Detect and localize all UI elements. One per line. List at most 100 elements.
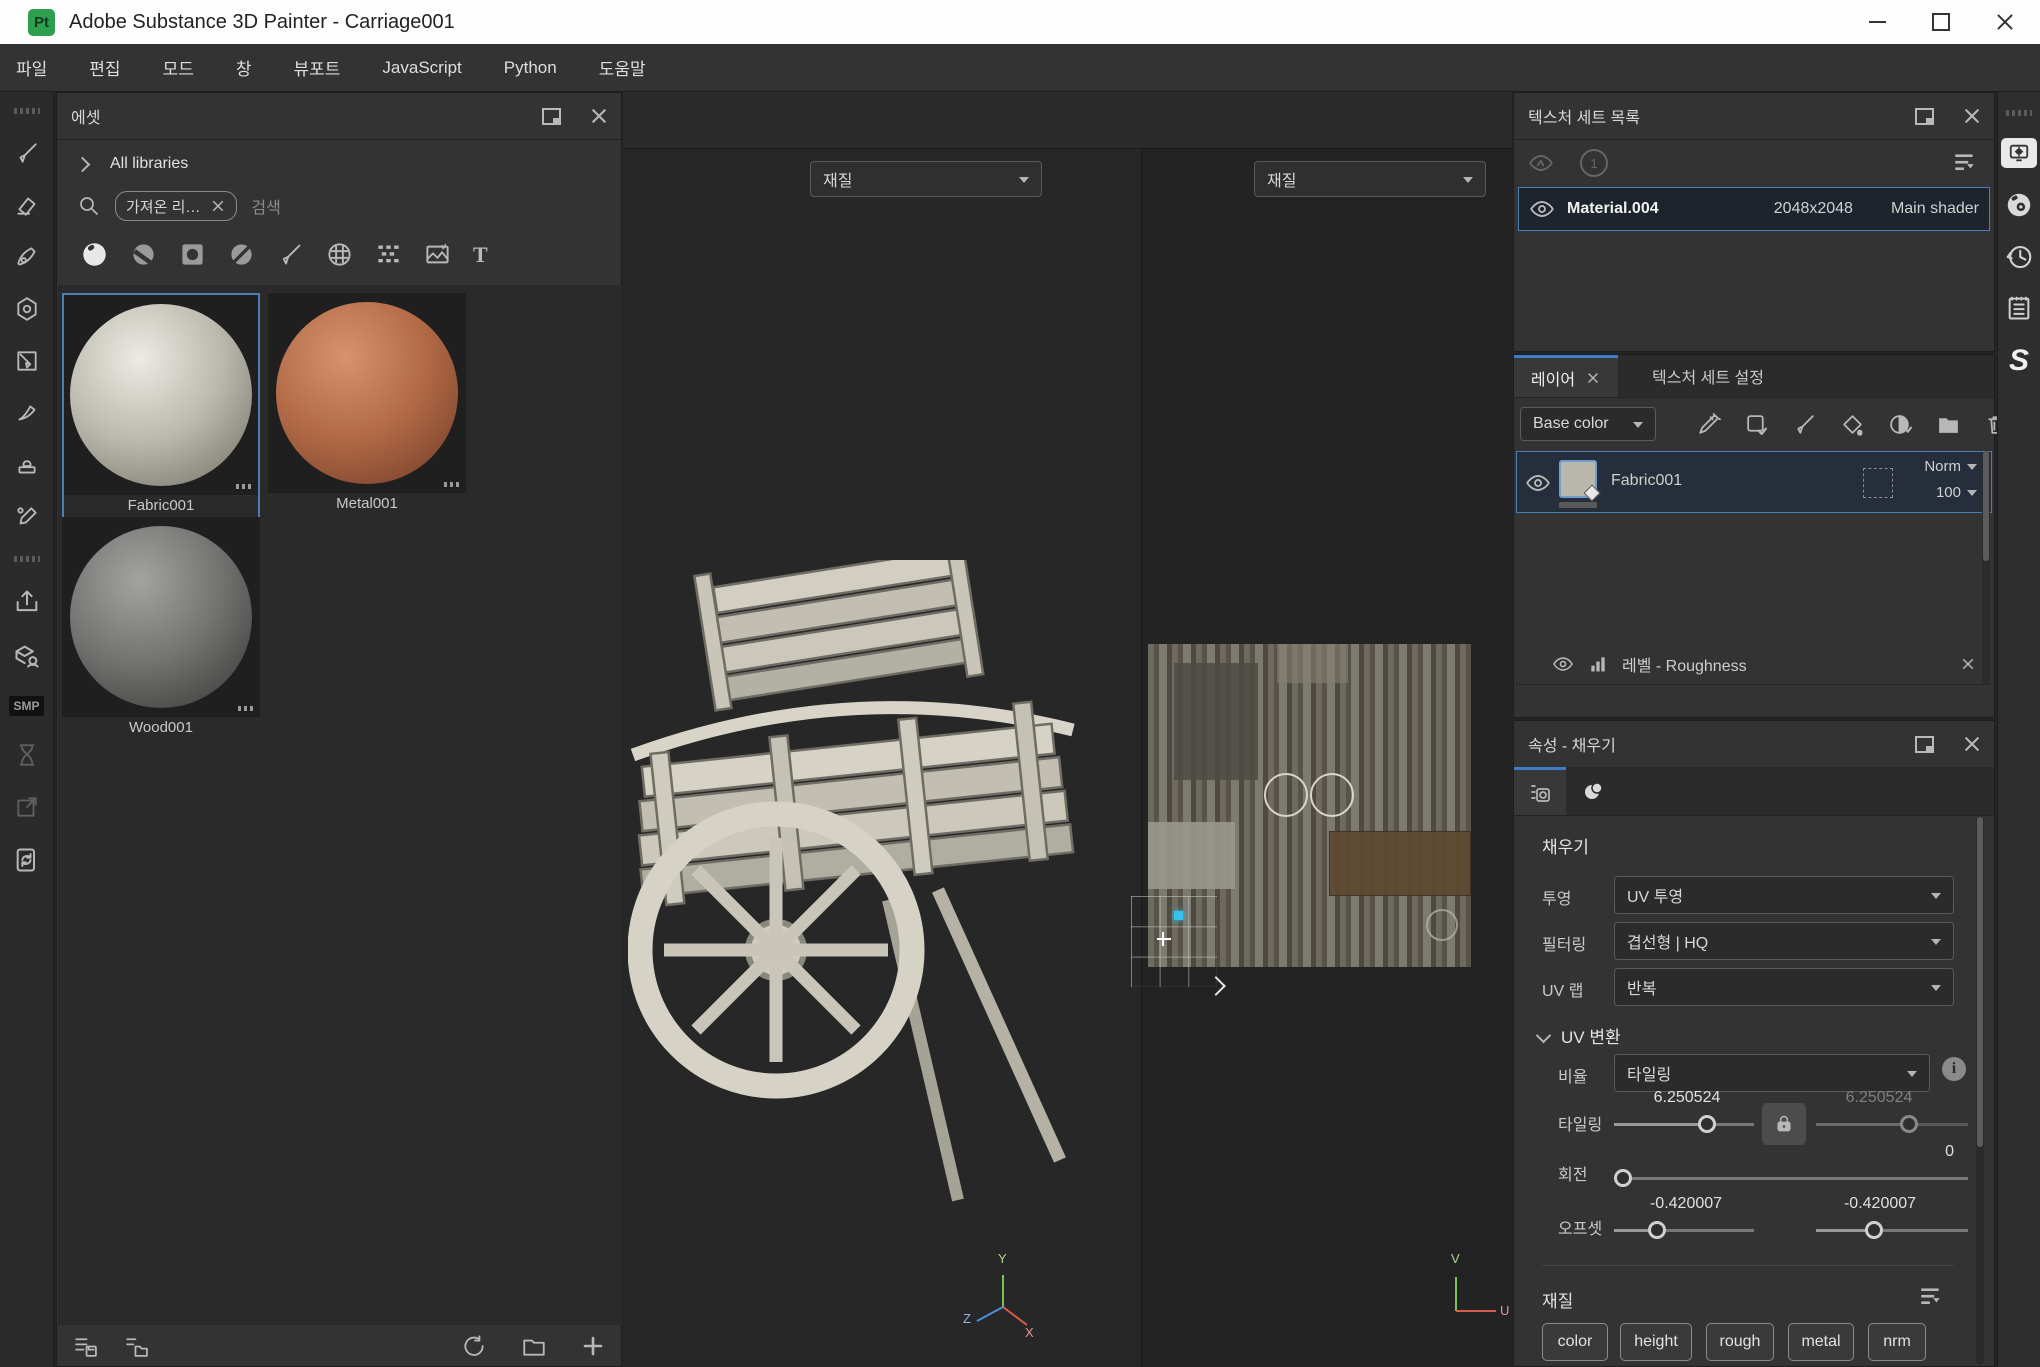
- shader-settings-icon[interactable]: [2004, 190, 2034, 220]
- tiling-lock-button[interactable]: [1762, 1103, 1806, 1145]
- filtering-select[interactable]: 겹선형 | HQ: [1614, 922, 1954, 960]
- close-icon[interactable]: [1964, 108, 1980, 124]
- new-folder-icon[interactable]: [521, 1333, 547, 1359]
- substance-logo-icon[interactable]: S: [2009, 344, 2029, 378]
- filter-brushes-icon[interactable]: [277, 241, 304, 268]
- add-fill-layer-icon[interactable]: [1840, 412, 1865, 437]
- menu-viewport[interactable]: 뷰포트: [293, 55, 340, 80]
- add-asset-icon[interactable]: [581, 1334, 605, 1358]
- menu-file[interactable]: 파일: [16, 55, 47, 80]
- material-selector-3d[interactable]: 재질: [810, 161, 1042, 197]
- mask-placeholder[interactable]: [1863, 468, 1893, 498]
- send-to-assets-icon[interactable]: [13, 642, 41, 670]
- tiling-x-slider[interactable]: [1614, 1123, 1754, 1126]
- close-tab-icon[interactable]: [1587, 372, 1598, 383]
- channel-button-rough[interactable]: rough: [1706, 1323, 1774, 1361]
- blend-mode-select[interactable]: Norm: [1924, 458, 1977, 475]
- refresh-assets-icon[interactable]: [461, 1333, 487, 1359]
- add-effect-icon[interactable]: [1888, 412, 1913, 437]
- asset-tile-fabric001[interactable]: Fabric001: [62, 293, 260, 521]
- layers-scrollbar[interactable]: [1982, 451, 1990, 685]
- menu-mode[interactable]: 모드: [163, 55, 194, 80]
- search-filter-tag[interactable]: 가져온 리…: [115, 191, 237, 221]
- tiling-y-slider[interactable]: [1816, 1123, 1968, 1126]
- add-smart-material-icon[interactable]: [1696, 412, 1721, 437]
- filter-smart-masks-icon[interactable]: [179, 241, 206, 268]
- list-options-icon[interactable]: [1952, 149, 1978, 175]
- uv-wrap-select[interactable]: 반복: [1614, 968, 1954, 1006]
- filter-fonts-icon[interactable]: T: [473, 242, 488, 268]
- smp-badge[interactable]: SMP: [9, 696, 43, 716]
- popout-icon[interactable]: [542, 108, 561, 125]
- material-picker-tool-icon[interactable]: [14, 504, 40, 530]
- rotation-value[interactable]: 0: [1894, 1143, 1954, 1161]
- history-icon[interactable]: [2004, 242, 2034, 272]
- close-button[interactable]: [1996, 13, 2014, 31]
- layer-thumbnail[interactable]: [1559, 460, 1597, 498]
- search-placeholder[interactable]: 검색: [251, 194, 280, 218]
- offset-y-slider[interactable]: [1816, 1229, 1968, 1232]
- info-icon[interactable]: i: [1942, 1057, 1966, 1081]
- remove-effect-icon[interactable]: [1962, 658, 1974, 670]
- offset-x-slider[interactable]: [1614, 1229, 1754, 1232]
- visibility-filter-icon[interactable]: [1528, 150, 1554, 176]
- smudge-tool-icon[interactable]: [14, 400, 40, 426]
- effect-row-levels-roughness[interactable]: 레벨 - Roughness: [1516, 643, 1992, 685]
- save-asset-list-icon[interactable]: [73, 1334, 98, 1359]
- menu-javascript[interactable]: JavaScript: [382, 58, 461, 78]
- layer-row-fabric001[interactable]: Fabric001 Norm 100: [1516, 451, 1992, 513]
- selection-tool-icon[interactable]: [14, 348, 40, 374]
- paint-brush-tool-icon[interactable]: [14, 140, 40, 166]
- popout-icon[interactable]: [1915, 108, 1934, 125]
- asset-folder-list-icon[interactable]: [124, 1334, 149, 1359]
- collapse-chevron-icon[interactable]: [1536, 1028, 1552, 1044]
- uv-transform-header[interactable]: UV 변환: [1538, 1023, 1621, 1048]
- channel-button-color[interactable]: color: [1542, 1323, 1608, 1361]
- filter-materials-icon[interactable]: [81, 241, 108, 268]
- display-settings-button[interactable]: [2001, 138, 2037, 168]
- channel-button-metal[interactable]: metal: [1788, 1323, 1854, 1361]
- rotation-slider[interactable]: [1614, 1177, 1968, 1180]
- asset-tile-wood001[interactable]: Wood001: [62, 517, 260, 745]
- tiling-y-value[interactable]: 6.250524: [1824, 1089, 1934, 1107]
- asset-tile-metal001[interactable]: Metal001: [268, 293, 466, 521]
- add-mask-icon[interactable]: [1744, 412, 1769, 437]
- projection-tool-icon[interactable]: [14, 244, 40, 270]
- channel-button-nrm[interactable]: nrm: [1868, 1323, 1926, 1361]
- close-icon[interactable]: [1964, 736, 1980, 752]
- eraser-tool-icon[interactable]: [14, 192, 40, 218]
- popout-icon[interactable]: [1915, 736, 1934, 753]
- polygon-fill-tool-icon[interactable]: [14, 296, 40, 322]
- material-selector-2d[interactable]: 재질: [1254, 161, 1486, 197]
- tab-texture-set-settings[interactable]: 텍스처 세트 설정: [1620, 355, 1796, 397]
- visibility-eye-icon[interactable]: [1529, 196, 1555, 222]
- tiling-x-value[interactable]: 6.250524: [1632, 1089, 1742, 1107]
- asset-options-icon[interactable]: [236, 484, 252, 489]
- filter-procedurals-icon[interactable]: [375, 241, 402, 268]
- channel-button-height[interactable]: height: [1620, 1323, 1692, 1361]
- remove-tag-icon[interactable]: [212, 200, 224, 212]
- clone-stamp-tool-icon[interactable]: [14, 452, 40, 478]
- expander-chevron-icon[interactable]: [75, 156, 91, 172]
- offset-y-value[interactable]: -0.420007: [1820, 1195, 1940, 1213]
- viewport-3d[interactable]: 재질: [623, 149, 1142, 1367]
- minimize-button[interactable]: [1869, 21, 1886, 23]
- properties-scrollbar[interactable]: [1976, 817, 1984, 1365]
- menu-help[interactable]: 도움말: [599, 55, 646, 80]
- add-folder-icon[interactable]: [1936, 412, 1961, 437]
- maximize-button[interactable]: [1932, 13, 1950, 31]
- menu-edit[interactable]: 편집: [89, 55, 120, 80]
- add-paint-layer-icon[interactable]: [1792, 412, 1817, 437]
- texture-set-row[interactable]: Material.004 2048x2048 Main shader: [1518, 187, 1990, 231]
- export-icon[interactable]: [13, 588, 41, 616]
- close-icon[interactable]: [591, 108, 607, 124]
- viewport-2d[interactable]: 재질 V U: [1142, 149, 1512, 1367]
- material-options-icon[interactable]: [1918, 1283, 1944, 1309]
- menu-python[interactable]: Python: [504, 58, 557, 78]
- visibility-eye-icon[interactable]: [1552, 653, 1574, 675]
- menu-window[interactable]: 창: [236, 55, 252, 80]
- library-group-row[interactable]: All libraries: [77, 155, 188, 173]
- filter-textures-icon[interactable]: [424, 241, 451, 268]
- tab-material-properties[interactable]: [1568, 767, 1620, 815]
- filter-smart-materials-icon[interactable]: [130, 241, 157, 268]
